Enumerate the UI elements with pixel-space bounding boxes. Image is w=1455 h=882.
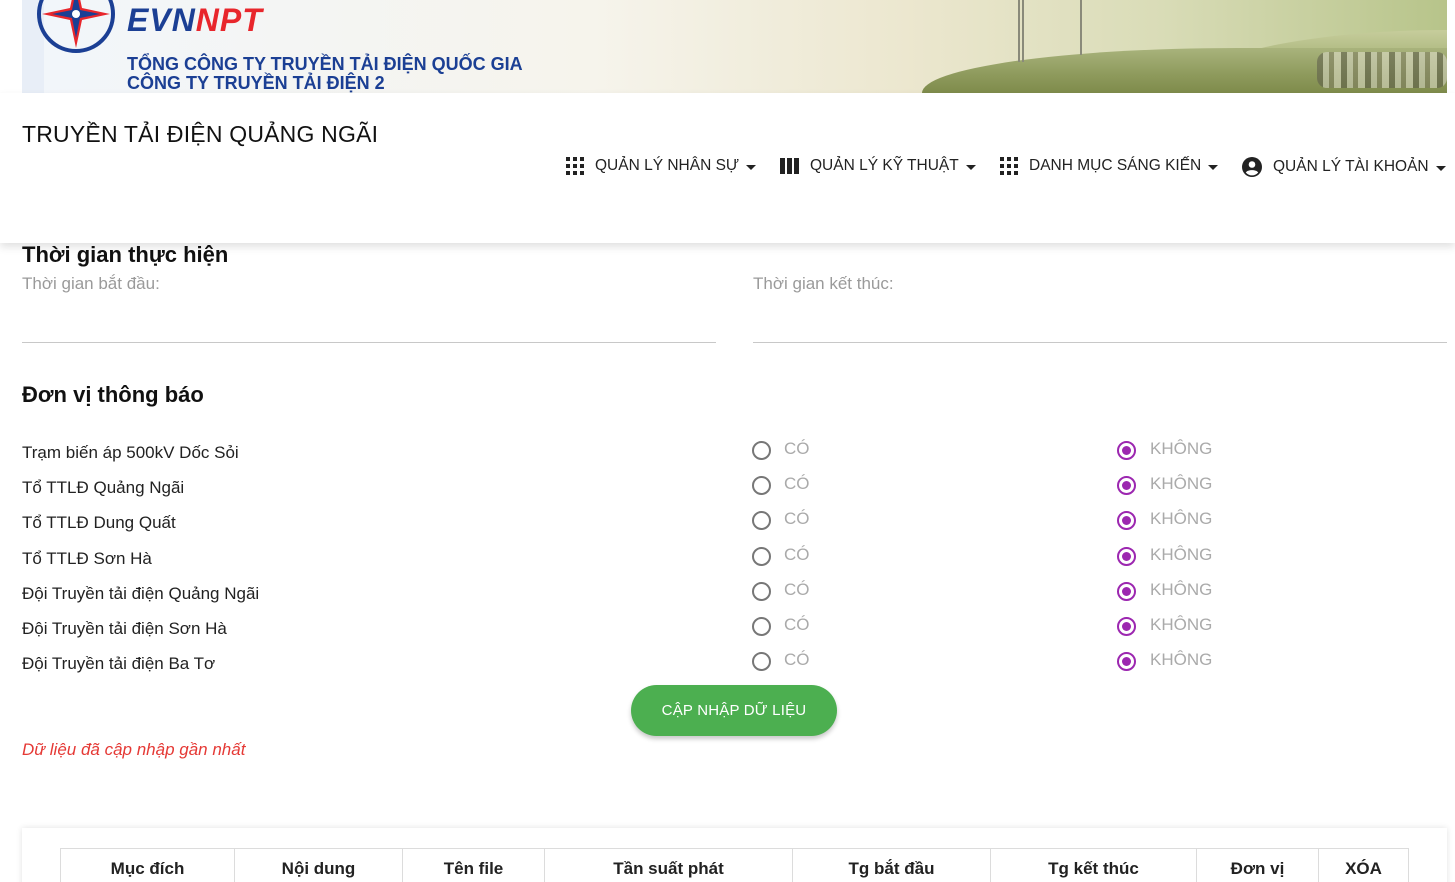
radio-co-label[interactable]: CÓ: [784, 615, 810, 635]
radio-khong[interactable]: [1117, 652, 1136, 671]
header-banner: EVNNPT TỔNG CÔNG TY TRUYỀN TẢI ĐIỆN QUỐC…: [22, 0, 1447, 93]
col-tg-bat-dau: Tg bắt đầu: [792, 848, 991, 882]
company-name: CÔNG TY TRUYỀN TẢI ĐIỆN 2: [127, 73, 385, 93]
radio-co-label[interactable]: CÓ: [784, 650, 810, 670]
nav-quan-ly-ky-thuat[interactable]: QUẢN LÝ KỸ THUẬT: [779, 157, 976, 175]
radio-khong[interactable]: [1117, 441, 1136, 460]
brand-logo-text: EVNNPT: [127, 2, 263, 38]
unit-row: Đội Truyền tải điện Ba Tơ CÓ KHÔNG: [0, 650, 1455, 682]
col-tg-ket-thuc: Tg kết thúc: [990, 848, 1197, 882]
nav-danh-muc-sang-kien[interactable]: DANH MỤC SÁNG KIẾN: [1000, 157, 1219, 175]
unit-row: Đội Truyền tải điện Quảng Ngãi CÓ KHÔNG: [0, 580, 1455, 612]
col-noi-dung: Nội dung: [234, 848, 403, 882]
grid-icon: [566, 157, 584, 175]
radio-co[interactable]: [752, 547, 771, 566]
nav-quan-ly-tai-khoan[interactable]: QUẢN LÝ TÀI KHOẢN: [1242, 157, 1446, 177]
unit-name: Đội Truyền tải điện Quảng Ngãi: [22, 584, 260, 603]
radio-co[interactable]: [752, 511, 771, 530]
grid-icon: [1000, 157, 1018, 175]
power-tower: [1080, 0, 1082, 55]
radio-khong-label[interactable]: KHÔNG: [1150, 650, 1212, 670]
corporation-name: TỔNG CÔNG TY TRUYỀN TẢI ĐIỆN QUỐC GIA: [127, 54, 523, 74]
nav-label: DANH MỤC SÁNG KIẾN: [1029, 157, 1202, 174]
radio-khong-label[interactable]: KHÔNG: [1150, 580, 1212, 600]
radio-khong[interactable]: [1117, 547, 1136, 566]
col-don-vi: Đơn vị: [1196, 848, 1319, 882]
unit-name: Trạm biến áp 500kV Dốc Sỏi: [22, 443, 239, 462]
radio-khong[interactable]: [1117, 511, 1136, 530]
caret-down-icon: [1208, 164, 1219, 170]
radio-khong-label[interactable]: KHÔNG: [1150, 545, 1212, 565]
unit-name: Đội Truyền tải điện Sơn Hà: [22, 619, 227, 638]
col-tan-suat-phat: Tần suất phát: [544, 848, 793, 882]
notification-table: Mục đích Nội dung Tên file Tần suất phát…: [60, 848, 1409, 882]
update-data-button[interactable]: CẬP NHẬP DỮ LIỆU: [631, 685, 837, 736]
unit-name: Tổ TTLĐ Quảng Ngãi: [22, 478, 185, 497]
last-updated-note: Dữ liệu đã cập nhập gần nhất: [22, 740, 246, 759]
unit-name: Đội Truyền tải điện Ba Tơ: [22, 654, 216, 673]
columns-icon: [780, 158, 799, 174]
caret-down-icon: [746, 164, 757, 170]
radio-khong[interactable]: [1117, 582, 1136, 601]
unit-row: Trạm biến áp 500kV Dốc Sỏi CÓ KHÔNG: [0, 439, 1455, 471]
notification-table-card: Mục đích Nội dung Tên file Tần suất phát…: [22, 828, 1447, 882]
end-time-label: Thời gian kết thúc:: [753, 274, 894, 293]
site-title[interactable]: TRUYỀN TẢI ĐIỆN QUẢNG NGÃI: [22, 121, 378, 148]
radio-co-label[interactable]: CÓ: [784, 580, 810, 600]
table-header-row: Mục đích Nội dung Tên file Tần suất phát…: [60, 848, 1409, 882]
evn-logo-icon: [37, 0, 115, 53]
radio-co[interactable]: [752, 476, 771, 495]
radio-khong[interactable]: [1117, 617, 1136, 636]
radio-co[interactable]: [752, 652, 771, 671]
radio-co-label[interactable]: CÓ: [784, 509, 810, 529]
navbar: TRUYỀN TẢI ĐIỆN QUẢNG NGÃI QUẢN LÝ NHÂN …: [0, 93, 1455, 243]
unit-row: Tổ TTLĐ Dung Quất CÓ KHÔNG: [0, 509, 1455, 541]
radio-khong-label[interactable]: KHÔNG: [1150, 615, 1212, 635]
col-muc-dich: Mục đích: [60, 848, 235, 882]
radio-co[interactable]: [752, 582, 771, 601]
brand-npt: NPT: [195, 2, 263, 38]
caret-down-icon: [965, 164, 976, 170]
end-time-field[interactable]: [753, 342, 1447, 343]
nav-label: QUẢN LÝ TÀI KHOẢN: [1273, 158, 1429, 175]
radio-co[interactable]: [752, 441, 771, 460]
account-circle-icon: [1242, 157, 1262, 177]
unit-name: Tổ TTLĐ Dung Quất: [22, 513, 176, 532]
nav-label: QUẢN LÝ NHÂN SỰ: [595, 157, 740, 174]
caret-down-icon: [1435, 165, 1446, 171]
unit-row: Tổ TTLĐ Quảng Ngãi CÓ KHÔNG: [0, 474, 1455, 506]
power-tower: [1022, 0, 1024, 62]
radio-khong-label[interactable]: KHÔNG: [1150, 509, 1212, 529]
unit-section-title: Đơn vị thông báo: [22, 382, 204, 407]
start-time-field[interactable]: [22, 342, 716, 343]
nav-quan-ly-nhan-su[interactable]: QUẢN LÝ NHÂN SỰ: [566, 157, 757, 175]
brand-evn: EVN: [127, 2, 196, 38]
radio-co[interactable]: [752, 617, 771, 636]
unit-row: Tổ TTLĐ Sơn Hà CÓ KHÔNG: [0, 545, 1455, 577]
unit-name: Tổ TTLĐ Sơn Hà: [22, 549, 152, 568]
radio-khong[interactable]: [1117, 476, 1136, 495]
col-xoa: XÓA: [1318, 848, 1409, 882]
start-time-label: Thời gian bắt đầu:: [22, 274, 160, 293]
radio-co-label[interactable]: CÓ: [784, 439, 810, 459]
radio-khong-label[interactable]: KHÔNG: [1150, 439, 1212, 459]
radio-co-label[interactable]: CÓ: [784, 474, 810, 494]
banner-workers-photo: [1317, 52, 1447, 88]
col-ten-file: Tên file: [402, 848, 545, 882]
power-tower: [1018, 0, 1020, 62]
radio-co-label[interactable]: CÓ: [784, 545, 810, 565]
radio-khong-label[interactable]: KHÔNG: [1150, 474, 1212, 494]
unit-row: Đội Truyền tải điện Sơn Hà CÓ KHÔNG: [0, 615, 1455, 647]
time-section-title: Thời gian thực hiện: [22, 242, 229, 267]
nav-label: QUẢN LÝ KỸ THUẬT: [810, 157, 959, 174]
